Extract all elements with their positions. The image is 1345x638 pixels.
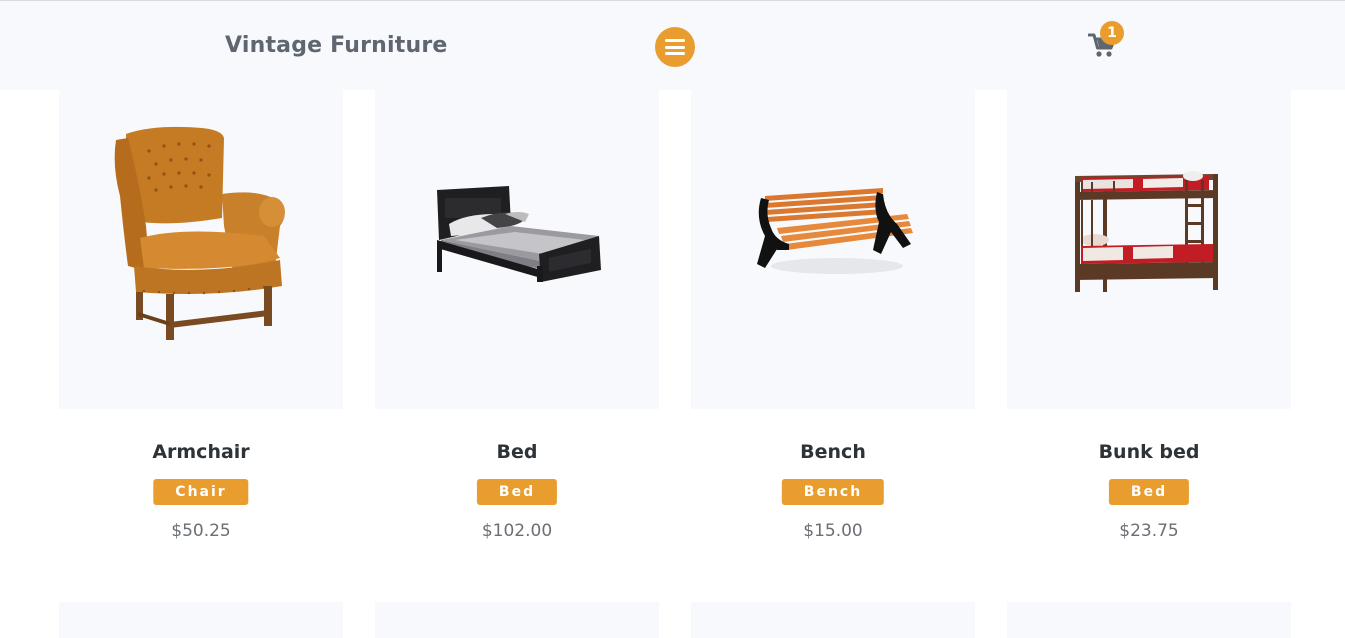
product-image-box[interactable] bbox=[375, 90, 659, 409]
product-image-box[interactable] bbox=[1007, 90, 1291, 409]
product-price: $50.25 bbox=[171, 521, 231, 541]
product-image-box[interactable] bbox=[59, 90, 343, 409]
product-card[interactable]: Armchair Chair $50.25 bbox=[59, 90, 343, 541]
category-badge[interactable]: Bed bbox=[476, 479, 558, 505]
product-card-partial[interactable] bbox=[375, 602, 659, 638]
bench-image bbox=[757, 188, 913, 274]
product-name[interactable]: Bench bbox=[691, 441, 975, 463]
bed-image bbox=[437, 186, 601, 282]
product-card-partial[interactable] bbox=[1007, 602, 1291, 638]
product-name[interactable]: Bed bbox=[375, 441, 659, 463]
bunk-bed-image bbox=[1075, 171, 1218, 292]
site-header: Vintage Furniture 1 bbox=[0, 1, 1345, 90]
product-card[interactable]: Bunk bed Bed $23.75 bbox=[1007, 90, 1291, 541]
product-price: $23.75 bbox=[1119, 521, 1179, 541]
category-badge[interactable]: Bench bbox=[781, 479, 885, 505]
product-name[interactable]: Armchair bbox=[59, 441, 343, 463]
cart-count-badge: 1 bbox=[1100, 21, 1124, 45]
product-name[interactable]: Bunk bed bbox=[1007, 441, 1291, 463]
category-badge[interactable]: Bed bbox=[1108, 479, 1190, 505]
product-image-box[interactable] bbox=[691, 90, 975, 409]
product-card-partial[interactable] bbox=[59, 602, 343, 638]
product-card-partial[interactable] bbox=[691, 602, 975, 638]
cart-button[interactable]: 1 bbox=[1088, 21, 1128, 61]
product-card[interactable]: Bench Bench $15.00 bbox=[691, 90, 975, 541]
menu-button[interactable] bbox=[655, 27, 695, 67]
category-badge[interactable]: Chair bbox=[153, 479, 249, 505]
product-card[interactable]: Bed Bed $102.00 bbox=[375, 90, 659, 541]
brand-title[interactable]: Vintage Furniture bbox=[225, 33, 448, 58]
product-price: $102.00 bbox=[481, 521, 553, 541]
product-price: $15.00 bbox=[803, 521, 863, 541]
armchair-image bbox=[114, 126, 285, 340]
